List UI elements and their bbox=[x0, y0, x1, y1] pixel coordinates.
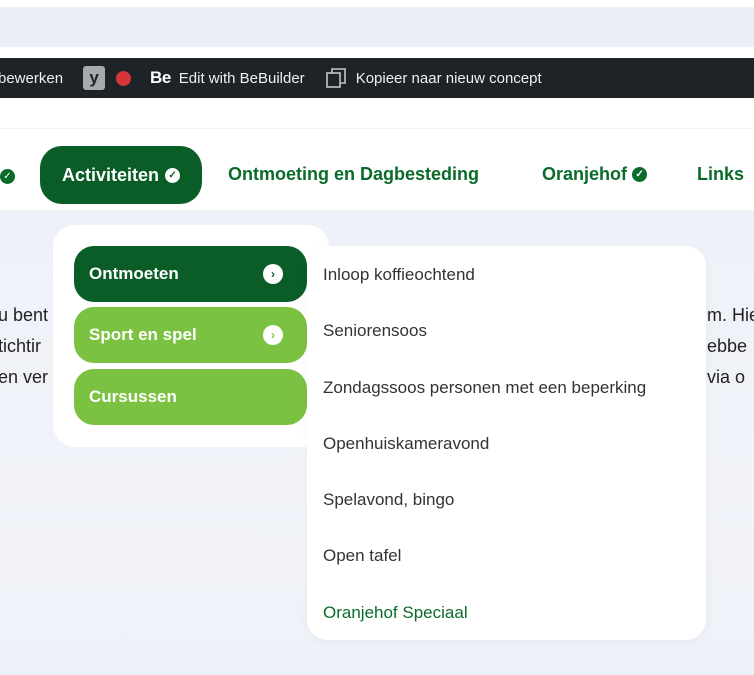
submenu-link-openhuiskameravond[interactable]: Openhuiskameravond bbox=[323, 434, 489, 454]
nav-item-label: Ontmoeting en Dagbesteding bbox=[228, 164, 480, 184]
copy-icon bbox=[325, 68, 346, 88]
nav-item-label: Links bbox=[697, 164, 745, 184]
nav-item-ontmoeting-en-dagbesteding[interactable]: Ontmoeting en Dagbesteding bbox=[228, 164, 479, 185]
body-text-fragment: u bent bbox=[0, 305, 49, 325]
seo-status-dot bbox=[116, 70, 132, 86]
chevron-down-icon: ✓ bbox=[632, 167, 648, 182]
nav-item-links[interactable]: Links bbox=[697, 164, 744, 185]
body-text-fragment: m. Hie bbox=[707, 305, 754, 325]
nav-item-label: Oranjehof bbox=[542, 164, 628, 184]
submenu-item-label: Sport en spel bbox=[89, 325, 197, 344]
bebuilder-label: Edit with BeBuilder bbox=[178, 69, 305, 87]
submenu-item-label: Cursussen bbox=[89, 387, 177, 406]
body-text-fragment: tichtir bbox=[0, 336, 42, 356]
chevron-right-icon: › bbox=[263, 325, 283, 345]
body-text-fragment: via o bbox=[707, 367, 746, 387]
submenu-link-seniorensoos[interactable]: Seniorensoos bbox=[323, 321, 427, 341]
chevron-down-icon: ✓ bbox=[165, 167, 181, 183]
nav-item-oranjehof[interactable]: Oranjehof ✓ bbox=[542, 164, 648, 185]
bebuilder-logo-icon: Be bbox=[150, 68, 171, 87]
submenu-item-ontmoeten[interactable]: Ontmoeten › bbox=[74, 246, 307, 302]
body-text-fragment: en ver bbox=[0, 367, 49, 387]
top-strip bbox=[0, 7, 754, 47]
submenu-link-inloop-koffieochtend[interactable]: Inloop koffieochtend bbox=[323, 265, 475, 285]
submenu-item-cursussen[interactable]: Cursussen bbox=[74, 369, 307, 425]
admin-bar: bewerken y Be Edit with BeBuilder Kopiee… bbox=[0, 58, 754, 98]
body-text-fragment: ebbe bbox=[707, 336, 748, 356]
yoast-icon: y bbox=[83, 66, 106, 90]
copy-to-draft-link[interactable]: Kopieer naar nieuw concept bbox=[324, 58, 542, 98]
submenu-link-spelavond-bingo[interactable]: Spelavond, bingo bbox=[323, 490, 454, 510]
copy-to-draft-label: Kopieer naar nieuw concept bbox=[355, 69, 542, 87]
submenu-link-open-tafel[interactable]: Open tafel bbox=[323, 546, 401, 566]
submenu-item-sport-en-spel[interactable]: Sport en spel › bbox=[74, 307, 307, 363]
yoast-menu[interactable]: y bbox=[83, 58, 132, 98]
submenu-link-zondagssoos[interactable]: Zondagssoos personen met een beperking bbox=[323, 378, 646, 398]
nav-item-label: Activiteiten bbox=[61, 164, 160, 185]
chevron-right-icon: › bbox=[263, 264, 283, 284]
edit-with-bebuilder-link[interactable]: Be Edit with BeBuilder bbox=[150, 58, 305, 98]
nav-item-activiteiten[interactable]: Activiteiten ✓ bbox=[40, 146, 202, 204]
edit-page-label: bewerken bbox=[0, 69, 64, 87]
edit-page-link[interactable]: bewerken bbox=[0, 58, 63, 98]
submenu-item-label: Ontmoeten bbox=[89, 264, 179, 283]
chevron-down-icon[interactable]: ✓ bbox=[0, 169, 15, 184]
submenu-link-oranjehof-speciaal[interactable]: Oranjehof Speciaal bbox=[323, 603, 468, 623]
header-spacer bbox=[0, 98, 754, 128]
